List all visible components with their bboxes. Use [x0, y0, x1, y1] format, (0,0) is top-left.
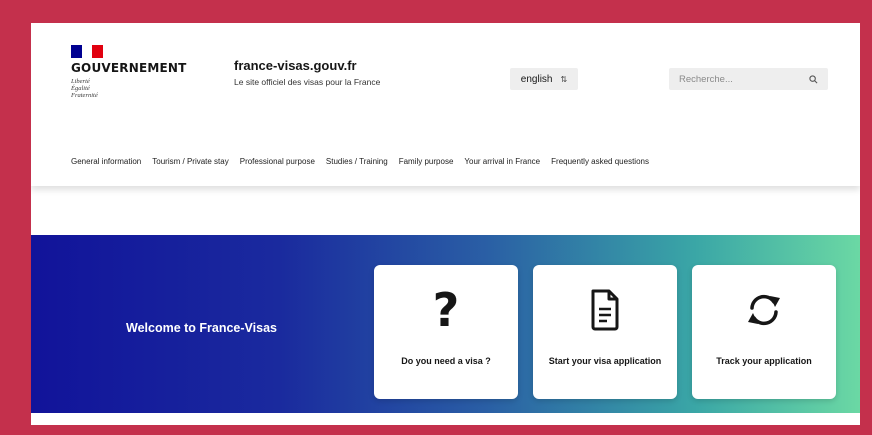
motto-line: Égalité: [71, 85, 90, 92]
card-start-application[interactable]: Start your visa application: [533, 265, 677, 399]
language-select[interactable]: english ⇅: [510, 68, 578, 90]
nav-item-professional[interactable]: Professional purpose: [240, 157, 315, 166]
language-value: english: [520, 73, 553, 85]
select-arrows-icon: ⇅: [560, 74, 568, 84]
nav-item-family[interactable]: Family purpose: [399, 157, 454, 166]
nav-item-studies[interactable]: Studies / Training: [326, 157, 388, 166]
site-identity[interactable]: france-visas.gouv.fr Le site officiel de…: [234, 58, 380, 87]
nav-item-tourism[interactable]: Tourism / Private stay: [152, 157, 228, 166]
document-icon: [533, 285, 677, 335]
site-name: france-visas.gouv.fr: [234, 58, 357, 73]
site-tagline: Le site officiel des visas pour la Franc…: [234, 77, 381, 87]
french-flag-icon: [71, 45, 103, 58]
search-input[interactable]: Recherche...: [669, 68, 828, 90]
republic-motto: Liberté Égalité Fraternité: [71, 78, 187, 99]
card-track-application[interactable]: Track your application: [692, 265, 836, 399]
card-label: Do you need a visa ?: [401, 356, 491, 366]
nav-item-general-information[interactable]: General information: [71, 157, 141, 166]
card-need-visa[interactable]: ? Do you need a visa ?: [374, 265, 518, 399]
search-placeholder: Recherche...: [679, 73, 733, 85]
motto-line: Liberté: [71, 78, 90, 85]
gov-title: GOUVERNEMENT: [71, 61, 187, 75]
card-label: Start your visa application: [548, 356, 662, 366]
card-label: Track your application: [716, 356, 812, 366]
nav-item-arrival[interactable]: Your arrival in France: [464, 157, 540, 166]
motto-line: Fraternité: [71, 92, 98, 99]
screenshot-frame: GOUVERNEMENT Liberté Égalité Fraternité …: [31, 23, 860, 425]
question-mark-icon: ?: [432, 283, 460, 337]
site-header: GOUVERNEMENT Liberté Égalité Fraternité …: [31, 23, 860, 186]
government-logo[interactable]: GOUVERNEMENT Liberté Égalité Fraternité: [71, 45, 187, 99]
search-icon[interactable]: [809, 74, 818, 84]
refresh-icon: [692, 285, 836, 335]
nav-item-faq[interactable]: Frequently asked questions: [551, 157, 649, 166]
welcome-heading: Welcome to France-Visas: [126, 321, 277, 335]
main-navigation: General information Tourism / Private st…: [71, 157, 649, 166]
